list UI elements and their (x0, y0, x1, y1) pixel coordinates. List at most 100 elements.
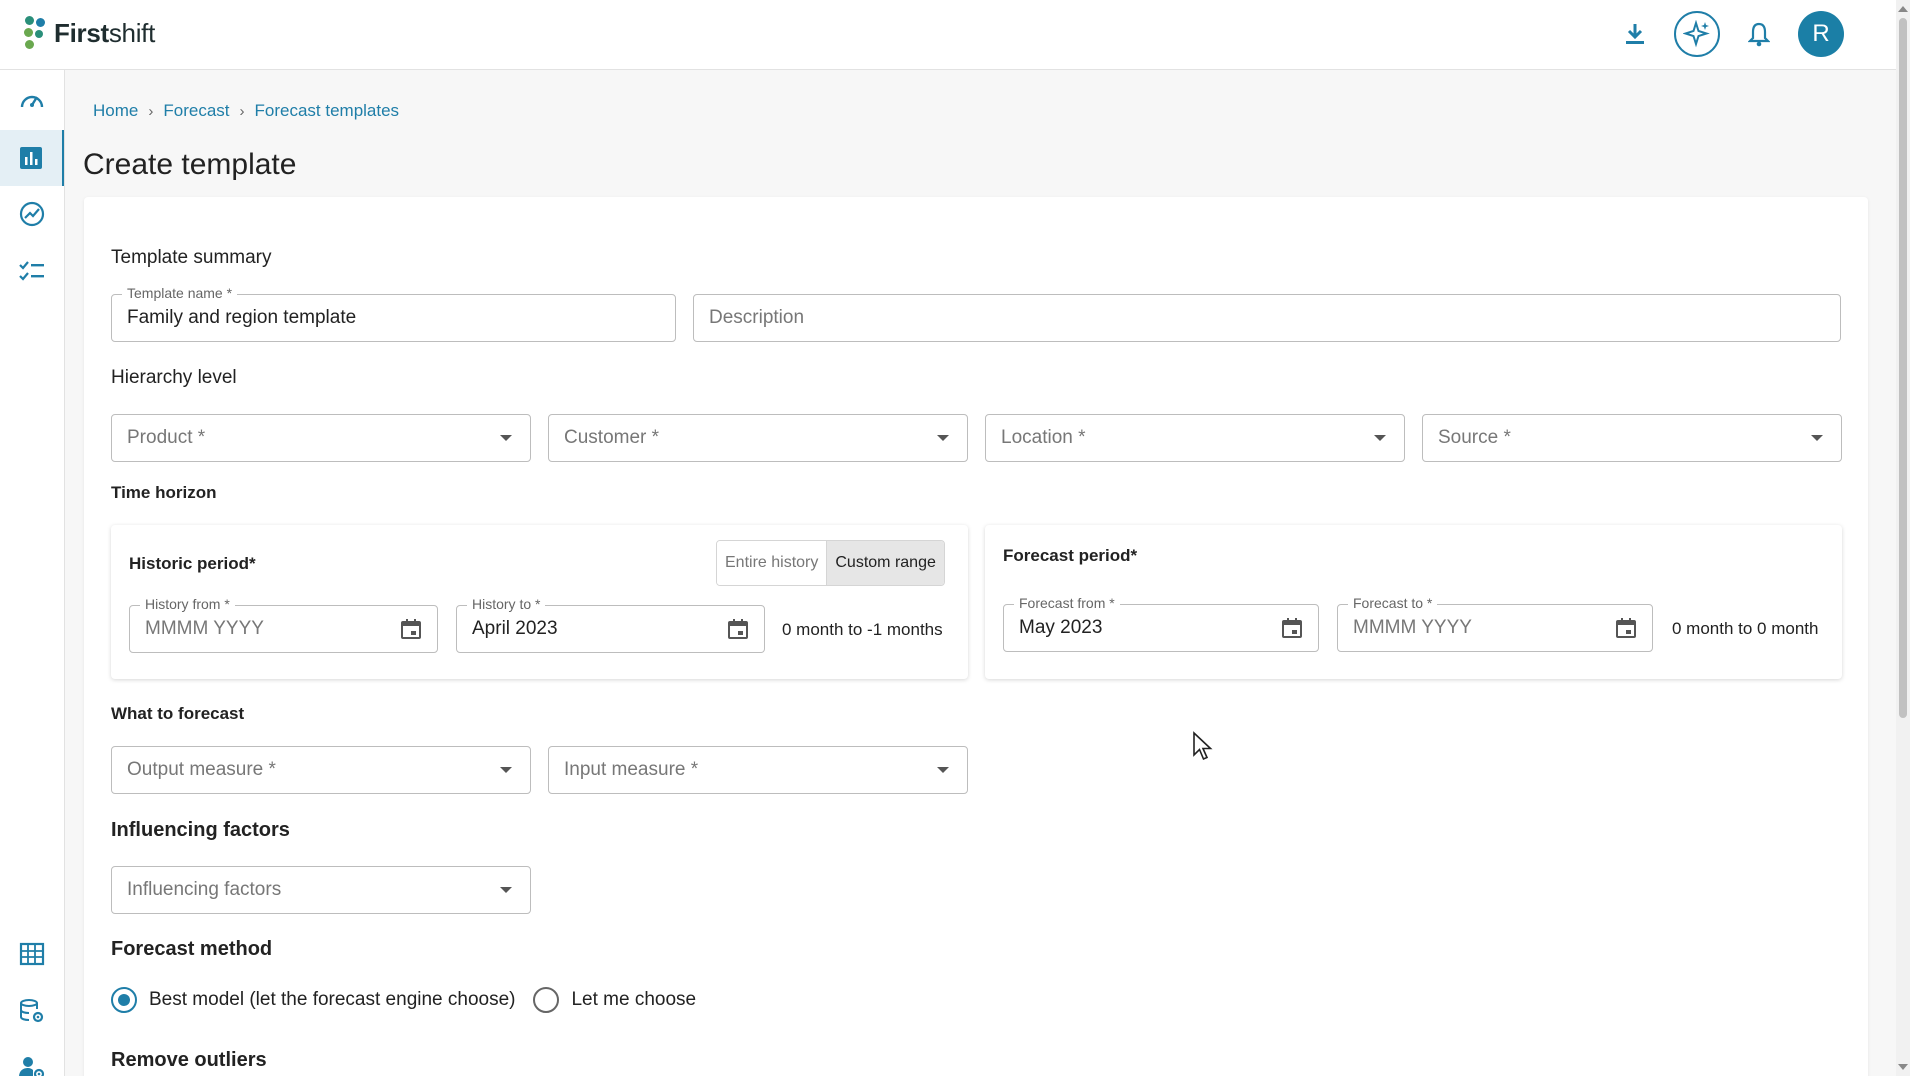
chevron-down-icon (1811, 435, 1823, 441)
breadcrumb-forecast[interactable]: Forecast (163, 101, 229, 121)
scroll-up-arrow-icon[interactable] (1898, 6, 1908, 12)
sidebar-item-data-settings[interactable] (0, 983, 64, 1039)
bar-chart-icon (20, 147, 42, 169)
trend-line-icon (19, 201, 45, 227)
history-range-summary: 0 month to -1 months (782, 620, 943, 639)
logo-mark-icon (22, 14, 48, 52)
forecast-period-panel: Forecast period* Forecast from * May 202… (985, 525, 1842, 679)
calendar-icon[interactable] (1280, 616, 1304, 640)
sidebar-item-forecast[interactable] (0, 130, 64, 186)
historic-period-panel: Historic period* Entire history Custom r… (111, 525, 968, 679)
source-select[interactable]: Source * (1422, 414, 1842, 462)
what-to-forecast-heading: What to forecast (111, 704, 245, 723)
influencing-factors-placeholder: Influencing factors (127, 879, 282, 900)
history-range-toggle: Entire history Custom range (716, 540, 945, 586)
chevron-down-icon (1374, 435, 1386, 441)
description-placeholder: Description (709, 307, 805, 328)
history-from-label: History from * (140, 596, 235, 612)
sidebar-item-analytics[interactable] (0, 186, 64, 242)
forecast-period-title: Forecast period* (1003, 546, 1138, 565)
history-to-label: History to * (467, 596, 546, 612)
calendar-icon[interactable] (399, 617, 423, 641)
ai-assistant-button[interactable] (1674, 11, 1720, 57)
template-form-card: Template summary Template name * Family … (84, 197, 1868, 1076)
user-avatar[interactable]: R (1798, 11, 1844, 57)
forecast-to-label: Forecast to * (1348, 595, 1438, 611)
breadcrumb-home[interactable]: Home (93, 101, 138, 121)
hierarchy-level-heading: Hierarchy level (111, 367, 237, 388)
history-from-placeholder: MMMM YYYY (145, 618, 264, 639)
custom-range-toggle[interactable]: Custom range (826, 541, 944, 585)
forecast-method-options: Best model (let the forecast engine choo… (111, 987, 696, 1013)
influencing-factors-select[interactable]: Influencing factors (111, 866, 531, 914)
page-scrollbar[interactable] (1896, 0, 1910, 1076)
location-select-label: Location * (1001, 427, 1086, 448)
top-bar: Firstshift R (0, 0, 1896, 70)
building-icon (19, 942, 45, 966)
let-me-choose-label[interactable]: Let me choose (571, 989, 696, 1011)
history-from-field[interactable]: History from * MMMM YYYY (129, 596, 438, 653)
page-title: Create template (83, 148, 297, 181)
chevron-down-icon (500, 767, 512, 773)
location-select[interactable]: Location * (985, 414, 1405, 462)
product-select-label: Product * (127, 427, 206, 448)
mouse-cursor-icon (1193, 731, 1213, 761)
breadcrumb-forecast-templates[interactable]: Forecast templates (255, 101, 400, 121)
customer-select[interactable]: Customer * (548, 414, 968, 462)
scroll-down-arrow-icon[interactable] (1898, 1064, 1908, 1070)
forecast-from-field[interactable]: Forecast from * May 2023 (1003, 595, 1319, 652)
sidebar-item-tasks[interactable] (0, 244, 64, 300)
brand-name: Firstshift (54, 17, 156, 48)
user-gear-icon (19, 1057, 45, 1076)
firstshift-logo[interactable]: Firstshift (22, 14, 155, 52)
output-measure-label: Output measure * (127, 759, 276, 780)
sidebar-item-organization[interactable] (0, 926, 64, 982)
forecast-range-summary: 0 month to 0 month (1672, 619, 1819, 638)
influencing-factors-heading: Influencing factors (111, 819, 290, 841)
notifications-bell-icon[interactable] (1742, 17, 1776, 51)
sidebar (0, 70, 65, 1076)
product-select[interactable]: Product * (111, 414, 531, 462)
sidebar-item-user-settings[interactable] (0, 1040, 64, 1076)
input-measure-label: Input measure * (564, 759, 699, 780)
database-gear-icon (20, 999, 44, 1023)
download-icon[interactable] (1618, 17, 1652, 51)
checklist-icon (19, 261, 44, 281)
output-measure-select[interactable]: Output measure * (111, 746, 531, 794)
template-name-label: Template name * (122, 285, 238, 301)
history-to-field[interactable]: History to * April 2023 (456, 596, 765, 653)
source-select-label: Source * (1438, 427, 1511, 448)
forecast-to-field[interactable]: Forecast to * MMMM YYYY (1337, 595, 1653, 652)
breadcrumb-separator: › (239, 102, 245, 120)
forecast-from-label: Forecast from * (1014, 595, 1120, 611)
sparkle-icon (1683, 20, 1710, 48)
sidebar-item-dashboard[interactable] (0, 73, 64, 129)
time-horizon-heading: Time horizon (111, 483, 217, 502)
description-field[interactable]: Description (693, 294, 1841, 342)
template-name-value: Family and region template (127, 307, 357, 328)
customer-select-label: Customer * (564, 427, 660, 448)
chevron-down-icon (937, 767, 949, 773)
breadcrumb: Home › Forecast › Forecast templates (93, 101, 399, 121)
forecast-method-heading: Forecast method (111, 938, 273, 960)
best-model-label[interactable]: Best model (let the forecast engine choo… (149, 989, 515, 1011)
speedometer-icon (20, 95, 44, 108)
chevron-down-icon (937, 435, 949, 441)
calendar-icon[interactable] (1614, 616, 1638, 640)
forecast-to-placeholder: MMMM YYYY (1353, 617, 1472, 638)
template-name-field[interactable]: Template name * Family and region templa… (111, 285, 676, 342)
forecast-from-value: May 2023 (1019, 617, 1103, 638)
let-me-choose-radio[interactable] (533, 987, 560, 1013)
breadcrumb-separator: › (148, 102, 154, 120)
template-summary-heading: Template summary (111, 247, 272, 268)
remove-outliers-heading: Remove outliers (111, 1049, 267, 1071)
historic-period-title: Historic period* (129, 554, 256, 573)
calendar-icon[interactable] (726, 617, 750, 641)
scrollbar-thumb[interactable] (1899, 18, 1907, 718)
input-measure-select[interactable]: Input measure * (548, 746, 968, 794)
best-model-radio[interactable] (111, 987, 137, 1013)
chevron-down-icon (500, 887, 512, 893)
history-to-value: April 2023 (472, 618, 558, 639)
entire-history-toggle[interactable]: Entire history (717, 541, 827, 585)
chevron-down-icon (500, 435, 512, 441)
